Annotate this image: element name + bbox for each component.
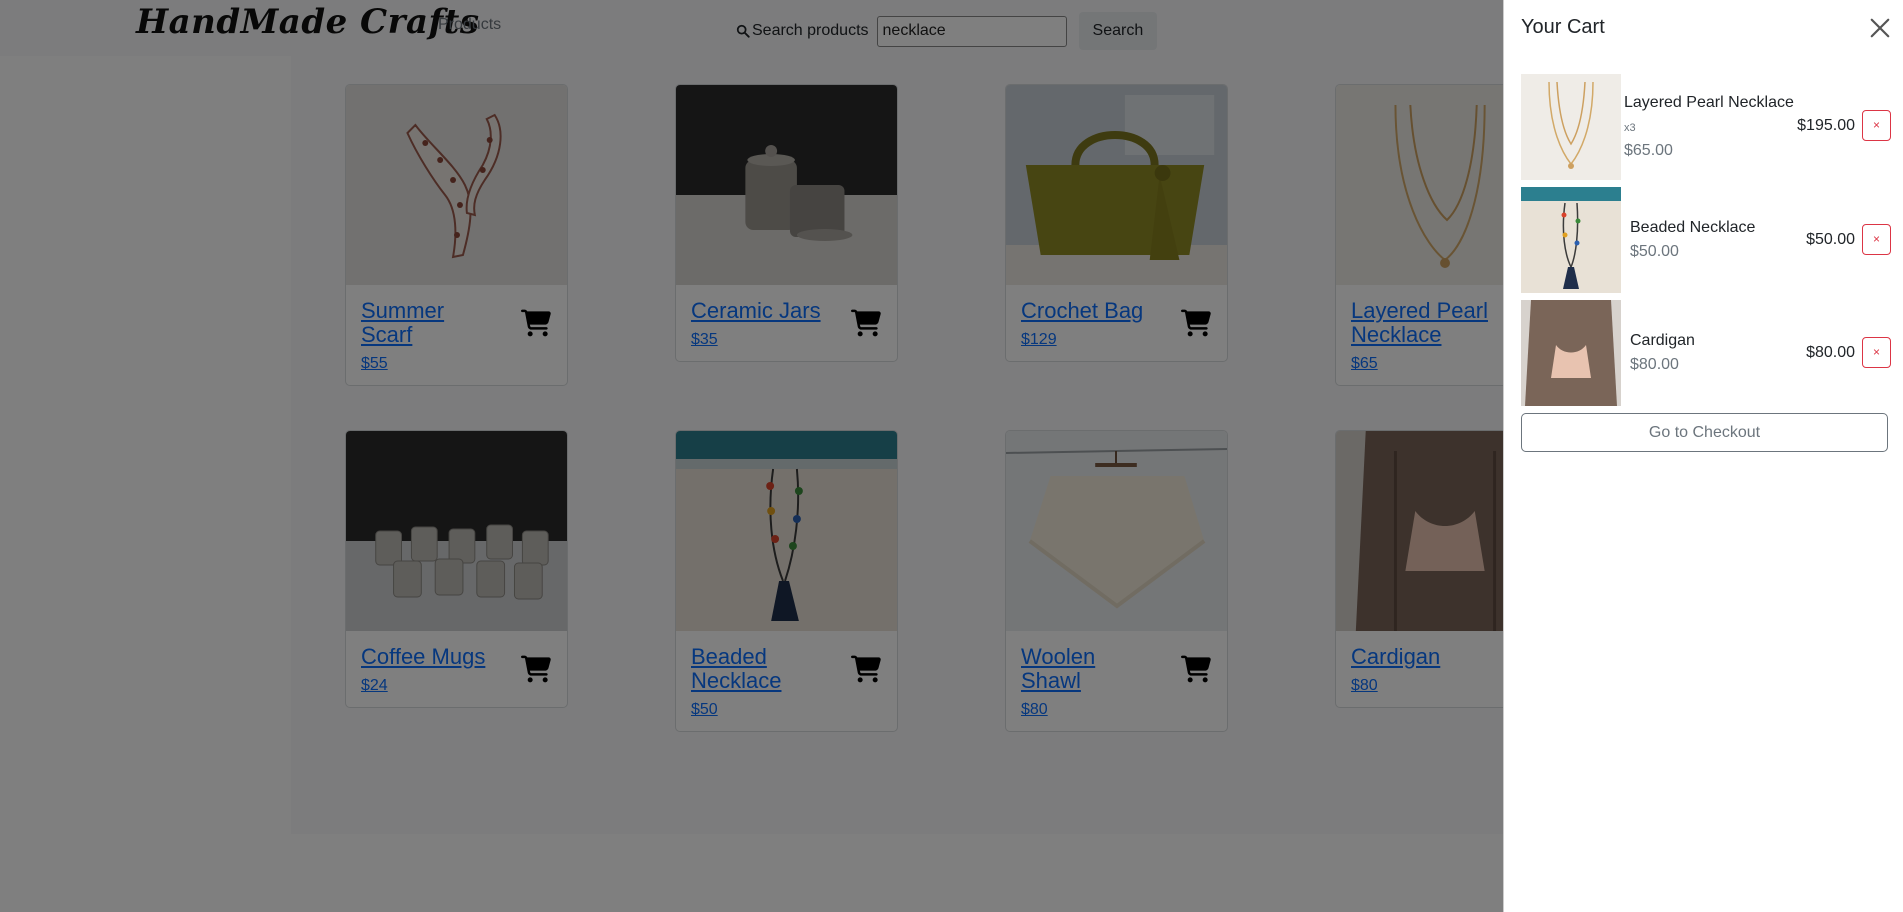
cart-item-quantity: x3 — [1624, 122, 1636, 134]
cart-title: Your Cart — [1521, 16, 1605, 38]
close-icon[interactable] — [1869, 17, 1891, 39]
cart-item-name: Cardigan — [1630, 332, 1695, 349]
cart-item-image — [1521, 300, 1621, 406]
cart-offcanvas: Your Cart Layered Pearl Necklace x3 $65.… — [1503, 0, 1903, 912]
cart-item-image — [1521, 187, 1621, 293]
cart-item-image — [1521, 74, 1621, 180]
remove-item-button[interactable]: × — [1862, 337, 1891, 368]
cart-item-name: Beaded Necklace — [1630, 219, 1756, 236]
cart-item-unit-price: $50.00 — [1630, 243, 1679, 260]
cart-item-unit-price: $65.00 — [1624, 142, 1673, 159]
cart-item-name: Layered Pearl Necklace — [1624, 94, 1794, 111]
cart-item-total: $195.00 — [1797, 117, 1855, 134]
cart-item: Beaded Necklace $50.00 $50.00 × — [1521, 187, 1891, 293]
remove-item-button[interactable]: × — [1862, 224, 1891, 255]
checkout-button[interactable]: Go to Checkout — [1521, 413, 1888, 452]
remove-item-button[interactable]: × — [1862, 110, 1891, 141]
cart-item: Cardigan $80.00 $80.00 × — [1521, 300, 1891, 406]
cart-item-unit-price: $80.00 — [1630, 356, 1679, 373]
cart-item-total: $50.00 — [1806, 231, 1855, 248]
cart-item: Layered Pearl Necklace x3 $65.00 $195.00… — [1521, 74, 1891, 180]
cart-item-total: $80.00 — [1806, 344, 1855, 361]
